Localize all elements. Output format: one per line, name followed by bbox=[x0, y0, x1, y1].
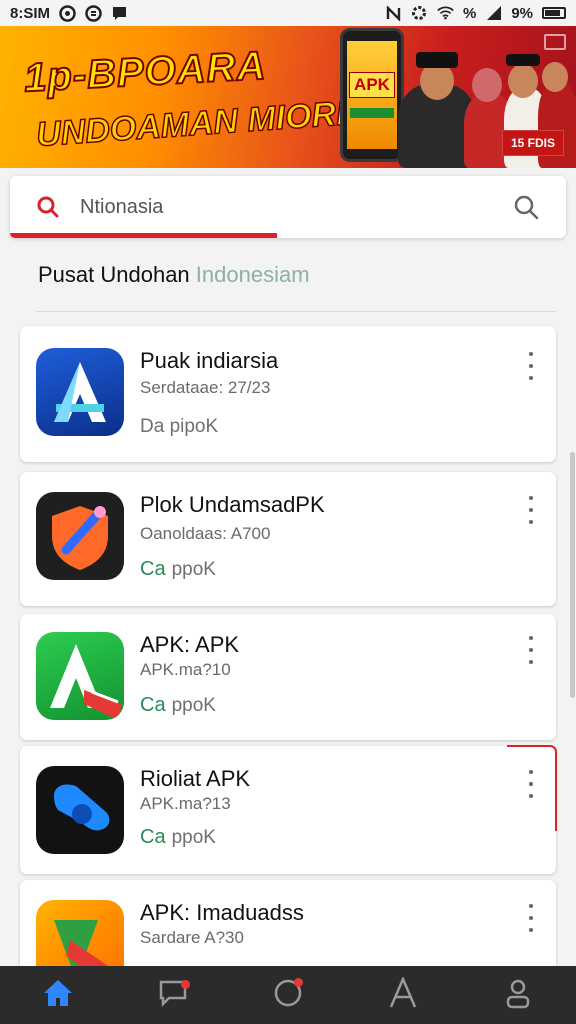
gear-icon bbox=[411, 5, 428, 22]
app-meta: Sardare A?30 bbox=[140, 928, 244, 947]
banner-headline-bottom: UNDOAMAN MIORIA! bbox=[34, 91, 383, 155]
battery-percent: 9% bbox=[511, 4, 533, 22]
app-download[interactable]: Da pipoK bbox=[140, 416, 218, 438]
more-options-icon[interactable] bbox=[526, 352, 536, 380]
signal-icon bbox=[485, 5, 502, 22]
download-mark: Ca bbox=[140, 826, 166, 848]
more-options-icon[interactable] bbox=[526, 496, 536, 524]
nav-home[interactable] bbox=[28, 970, 88, 1020]
notification-badge bbox=[180, 980, 190, 989]
app-meta: APK.ma?13 bbox=[140, 794, 231, 813]
nav-circle[interactable] bbox=[258, 970, 318, 1020]
search-input[interactable] bbox=[80, 192, 500, 222]
promo-banner[interactable]: 1p-BPOARA UNDOAMAN MIORIA! APK 15 FDIS bbox=[0, 26, 576, 168]
section-title-main: Pusat Undohan bbox=[38, 262, 190, 287]
download-mark: Ca bbox=[140, 558, 166, 580]
wifi-icon bbox=[437, 5, 454, 22]
app-name: APK: Imaduadss bbox=[140, 900, 304, 925]
blue-chat-icon bbox=[36, 766, 124, 854]
scrollbar[interactable] bbox=[570, 452, 575, 698]
search-bar[interactable] bbox=[10, 176, 566, 238]
banner-headline-top: 1p-BPOARA bbox=[22, 43, 268, 102]
signal-text: % bbox=[462, 4, 477, 22]
app-card[interactable]: Puak indiarsia Serdataae: 27/23 Da pipoK bbox=[20, 326, 556, 462]
download-label: ppoK bbox=[171, 695, 216, 716]
app-name: APK: APK bbox=[140, 632, 240, 657]
notification-icon bbox=[85, 4, 102, 22]
search-progress-bar bbox=[10, 233, 277, 238]
app-download[interactable]: Ca ppoK bbox=[140, 558, 216, 581]
app-card[interactable]: Rioliat APK APK.ma?13 Ca ppoK bbox=[20, 745, 557, 874]
orange-shield-icon bbox=[36, 492, 124, 580]
more-options-icon[interactable] bbox=[526, 904, 536, 932]
image-icon bbox=[544, 34, 566, 50]
app-meta: Oanoldaas: A700 bbox=[140, 524, 271, 543]
more-options-icon[interactable] bbox=[526, 770, 536, 798]
app-download[interactable]: Ca ppoK bbox=[140, 826, 216, 849]
blue-a-icon bbox=[36, 348, 124, 436]
search-icon bbox=[36, 195, 60, 224]
download-mark: Ca bbox=[140, 694, 166, 716]
app-card[interactable]: APK: APK APK.ma?10 Ca ppoK bbox=[20, 614, 556, 740]
home-icon bbox=[42, 978, 74, 1013]
download-label: ppoK bbox=[171, 559, 216, 580]
divider bbox=[36, 311, 556, 312]
app-meta: APK.ma?10 bbox=[140, 660, 231, 679]
download-label: ppoK bbox=[171, 827, 216, 848]
app-name: Plok UndamsadPK bbox=[140, 492, 325, 517]
search-icon[interactable] bbox=[512, 193, 540, 226]
banner-badge: 15 FDIS bbox=[501, 130, 564, 156]
green-a-icon bbox=[36, 632, 124, 720]
nfc-icon bbox=[385, 5, 402, 22]
status-time: 8:SIM bbox=[10, 4, 51, 22]
app-download[interactable]: Ca ppoK bbox=[140, 694, 216, 717]
nav-apps[interactable] bbox=[373, 970, 433, 1020]
section-title-accent: Indonesiam bbox=[195, 262, 310, 287]
bottom-nav bbox=[0, 966, 576, 1024]
apps-icon bbox=[387, 975, 419, 1014]
app-meta: Serdataae: 27/23 bbox=[140, 378, 271, 397]
app-name: Rioliat APK bbox=[140, 766, 251, 791]
more-options-icon[interactable] bbox=[526, 636, 536, 664]
notification-badge bbox=[293, 978, 303, 987]
nav-chat[interactable] bbox=[143, 970, 203, 1020]
phone-illustration: APK bbox=[340, 28, 404, 162]
message-icon bbox=[111, 5, 128, 22]
profile-icon bbox=[502, 977, 534, 1014]
section-title: Pusat Undohan Indonesiam bbox=[38, 262, 310, 288]
notification-icon bbox=[59, 4, 76, 22]
nav-profile[interactable] bbox=[488, 970, 548, 1020]
status-bar: 8:SIM % 9% bbox=[0, 0, 576, 26]
battery-icon bbox=[542, 7, 566, 19]
app-name: Puak indiarsia bbox=[140, 348, 279, 373]
app-card[interactable]: Plok UndamsadPK Oanoldaas: A700 Ca ppoK bbox=[20, 472, 556, 606]
phone-apk-label: APK bbox=[349, 72, 395, 98]
